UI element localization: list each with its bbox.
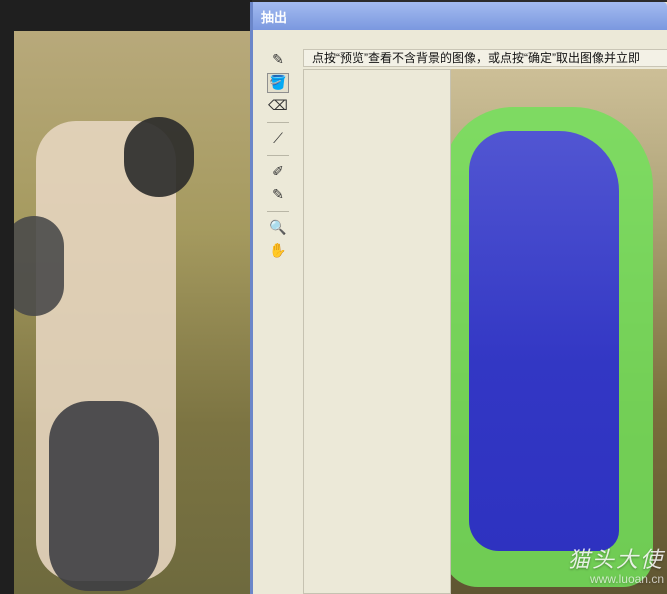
background-bystander [14,216,64,316]
tool-separator [267,155,289,156]
watermark-text: 猫头大使 [567,547,664,572]
edge-highlighter-icon: ✎ [272,52,284,68]
fill-selection [469,131,619,551]
cleanup-tool-icon: ✐ [272,164,284,180]
cleanup-tool[interactable]: ✐ [267,162,289,182]
edge-touchup-icon: ✎ [272,187,284,203]
eyedropper-icon: ⟋ [273,131,283,147]
dialog-title: 抽出 [261,9,288,25]
zoom-tool[interactable]: 🔍 [267,218,289,238]
tool-separator [267,122,289,123]
tool-separator [267,211,289,212]
edge-highlighter-tool[interactable]: ✎ [267,50,289,70]
dialog-titlebar: 抽出 [253,2,667,30]
hand-icon: ✋ [269,243,287,259]
edge-touchup-tool[interactable]: ✎ [267,185,289,205]
background-person-hair [124,117,194,197]
fill-bucket-tool[interactable]: 🪣 [267,73,289,93]
watermark: 猫头大使 www.luoan.cn [568,542,664,586]
options-panel [303,69,451,594]
hand-tool[interactable]: ✋ [267,241,289,261]
eraser-icon: ⌫ [268,98,288,114]
background-photo [14,31,252,594]
instruction-text: 点按“预览”查看不含背景的图像，或点按“确定”取出图像并立即 [312,51,640,65]
watermark-url: www.luoan.cn [589,572,664,586]
instruction-bar: 点按“预览”查看不含背景的图像，或点按“确定”取出图像并立即 [303,49,667,67]
background-photo-area [0,0,252,594]
extract-dialog: 抽出 ✎ 🪣 ⌫ ⟋ ✐ ✎ 🔍 ✋ 点按“预览”查看不含背景的图像，或点按“确… [250,2,667,594]
zoom-icon: 🔍 [269,220,287,236]
fill-bucket-icon: 🪣 [269,75,287,91]
image-canvas[interactable]: 猫头大使 www.luoan.cn [451,69,667,594]
background-person-jeans [49,401,159,591]
eyedropper-tool[interactable]: ⟋ [267,129,289,149]
tools-panel: ✎ 🪣 ⌫ ⟋ ✐ ✎ 🔍 ✋ [267,47,297,587]
eraser-tool[interactable]: ⌫ [267,96,289,116]
